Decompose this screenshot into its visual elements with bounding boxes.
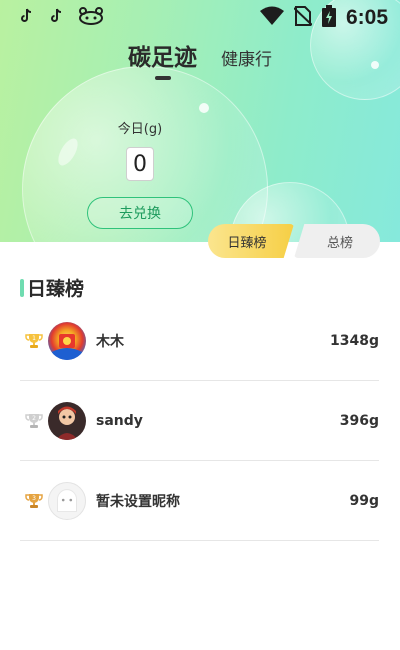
exchange-button[interactable]: 去兑换 [87, 197, 193, 229]
user-name: 暂未设置昵称 [96, 493, 180, 510]
top-tabs: 碳足迹 健康行 [0, 38, 400, 80]
carbon-amount: 1348g [330, 332, 379, 349]
exchange-button-label: 去兑换 [119, 206, 161, 222]
status-bar: 6:05 [0, 0, 400, 36]
tab-label: 碳足迹 [128, 45, 197, 71]
wifi-icon [259, 6, 284, 30]
tab-total-board[interactable]: 总榜 [294, 224, 380, 258]
section-title-accent [20, 278, 24, 297]
tiktok-icon [48, 8, 64, 28]
default-ghost-avatar [48, 481, 86, 520]
header-background [0, 0, 400, 242]
silver-trophy-icon: 2 [20, 412, 48, 430]
svg-text:1: 1 [32, 335, 36, 342]
robot-face-icon [78, 7, 104, 29]
cartoon-character-avatar [48, 401, 86, 440]
user-name: sandy [96, 412, 143, 429]
tab-label: 日臻榜 [227, 235, 267, 251]
active-tab-indicator [154, 76, 171, 80]
board-switch: 日臻榜 总榜 [208, 224, 380, 258]
section-title: 日臻榜 [20, 274, 84, 301]
today-value: 0 [126, 147, 154, 181]
tab-daily-board[interactable]: 日臻榜 [208, 224, 294, 258]
carbon-amount: 396g [339, 412, 379, 429]
tab-label: 总榜 [326, 235, 353, 251]
bronze-trophy-icon: 3 [20, 492, 48, 510]
gold-trophy-icon: 1 [20, 332, 48, 350]
section-title-text: 日臻榜 [27, 278, 85, 300]
tab-carbon-footprint[interactable]: 碳足迹 [128, 38, 197, 80]
tiktok-icon [18, 8, 34, 28]
svg-text:2: 2 [32, 415, 36, 422]
clock: 6:05 [345, 6, 388, 29]
svg-text:3: 3 [32, 495, 36, 502]
list-item[interactable]: 2 sandy 396g [20, 381, 379, 461]
red-envelope-avatar [48, 321, 86, 360]
list-item[interactable]: 3 暂未设置昵称 99g [20, 461, 379, 541]
battery-charging-icon [321, 5, 336, 31]
carbon-amount: 99g [349, 492, 379, 509]
ranking-list: 1 木木 1348g 2 sandy 396g 3 暂未设置昵称 99g [20, 301, 379, 541]
tab-label: 健康行 [221, 50, 272, 70]
user-name: 木木 [96, 333, 124, 350]
list-item[interactable]: 1 木木 1348g [20, 301, 379, 381]
tab-healthy-travel[interactable]: 健康行 [221, 45, 272, 72]
no-sim-icon [293, 6, 313, 30]
today-label: 今日(g) [117, 122, 163, 137]
